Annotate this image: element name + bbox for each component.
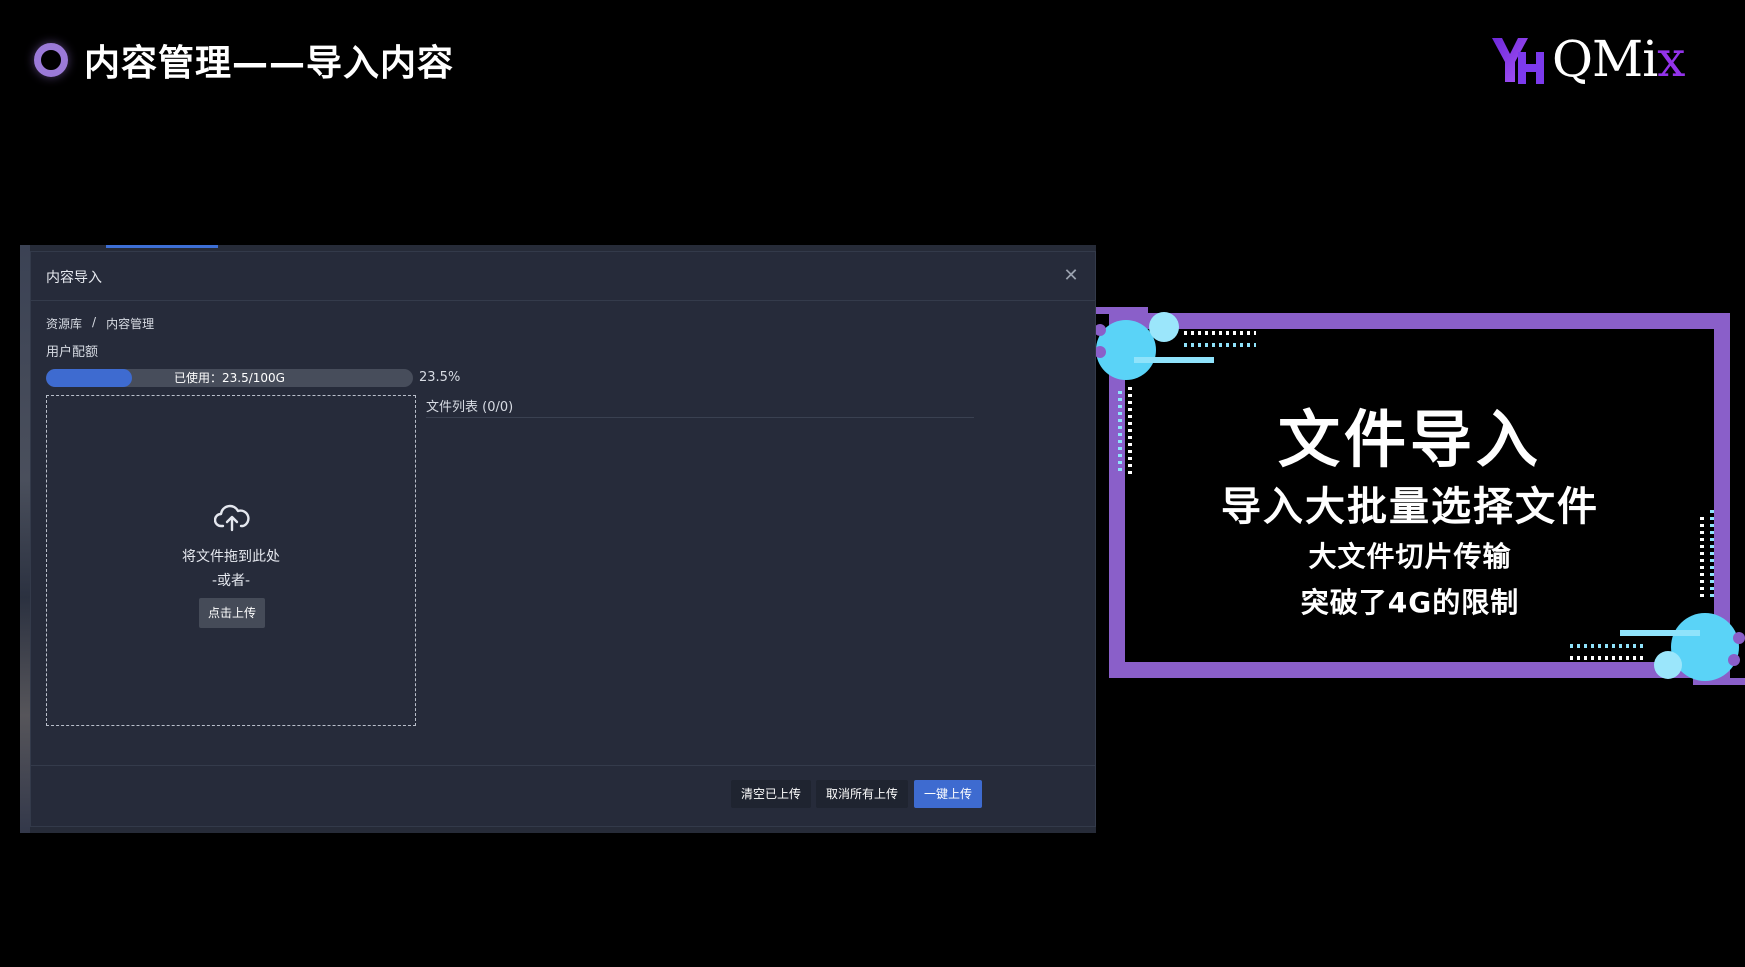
quota-label: 用户配额	[46, 345, 99, 360]
close-icon[interactable]: ✕	[1057, 262, 1085, 290]
breadcrumb: 资源库 / 内容管理	[46, 315, 154, 332]
slide-title: 内容管理——导入内容	[34, 34, 454, 86]
logo-mark-icon	[1492, 38, 1544, 84]
dialog-title: 内容导入	[46, 270, 102, 286]
quota-usage-percent: 23.5%	[419, 370, 461, 385]
breadcrumb-item-library[interactable]: 资源库	[46, 315, 82, 332]
logo-text: QMix	[1552, 30, 1685, 88]
background-tab-indicator	[106, 245, 218, 248]
promo-line-4: 突破了4G的限制	[1300, 586, 1520, 619]
file-list-divider	[426, 417, 974, 418]
cancel-all-uploads-button[interactable]: 取消所有上传	[816, 780, 909, 808]
cloud-upload-icon	[214, 504, 250, 532]
qmix-logo: QMix	[1488, 30, 1704, 88]
content-import-dialog: 内容导入 ✕ 资源库 / 内容管理 用户配额 已使用：23.5/100G 23.…	[30, 251, 1096, 827]
file-list-title: 文件列表 (0/0)	[426, 400, 514, 415]
drop-hint-text: 将文件拖到此处	[182, 549, 280, 565]
dialog-footer: 清空已上传 取消所有上传 一键上传	[31, 765, 1095, 826]
promo-line-3: 大文件切片传输	[1308, 540, 1512, 573]
background-strip	[20, 245, 30, 833]
promo-text-block: 文件导入 导入大批量选择文件 大文件切片传输 突破了4G的限制	[1110, 400, 1710, 626]
quota-usage-text: 已使用：23.5/100G	[174, 371, 285, 385]
breadcrumb-separator: /	[92, 315, 97, 329]
app-screenshot: 内容导入 ✕ 资源库 / 内容管理 用户配额 已使用：23.5/100G 23.…	[20, 245, 1096, 833]
title-bullet-icon	[34, 43, 68, 77]
file-drop-zone[interactable]: 将文件拖到此处 -或者- 点击上传	[46, 395, 416, 726]
click-upload-button[interactable]: 点击上传	[199, 598, 265, 628]
clear-uploaded-button[interactable]: 清空已上传	[731, 780, 812, 808]
drop-or-text: -或者-	[211, 573, 251, 589]
upload-all-button[interactable]: 一键上传	[914, 780, 983, 808]
promo-line-2: 导入大批量选择文件	[1221, 484, 1599, 530]
slide-title-text: 内容管理——导入内容	[84, 43, 455, 84]
dialog-header: 内容导入 ✕	[31, 252, 1095, 301]
breadcrumb-item-content-management: 内容管理	[106, 317, 155, 331]
promo-heading: 文件导入	[1277, 403, 1542, 476]
quota-progress-bar: 已使用：23.5/100G	[46, 369, 413, 387]
